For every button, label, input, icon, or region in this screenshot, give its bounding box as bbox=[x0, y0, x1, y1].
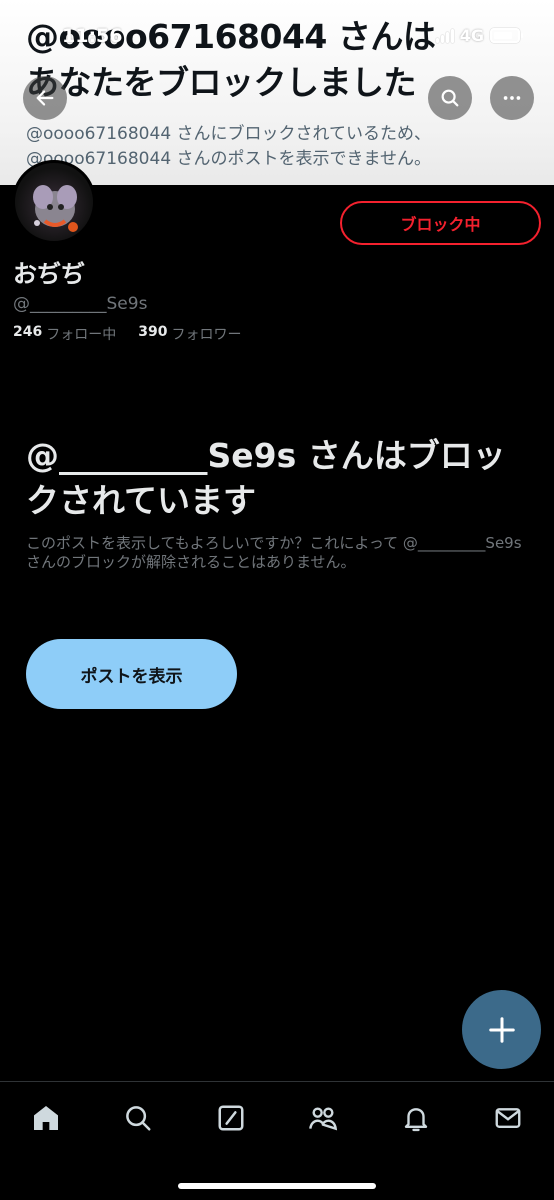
battery-icon bbox=[490, 27, 523, 43]
communities-icon bbox=[309, 1107, 338, 1131]
tab-search[interactable] bbox=[118, 1098, 158, 1138]
messages-icon bbox=[495, 1108, 521, 1128]
status-indicators: 4G bbox=[435, 24, 523, 46]
display-name: おぢぢ bbox=[13, 260, 85, 288]
blocked-banner-subtitle: @oooo67168044 さんにブロックされているため、 @oooo67168… bbox=[26, 124, 432, 169]
network-type: 4G bbox=[459, 25, 484, 45]
more-button[interactable] bbox=[490, 76, 534, 120]
home-icon bbox=[34, 1106, 58, 1130]
notifications-icon bbox=[404, 1108, 428, 1132]
home-indicator bbox=[178, 1183, 376, 1189]
following-label[interactable]: フォロー中 bbox=[46, 324, 116, 344]
followers-count[interactable]: 390 bbox=[138, 324, 167, 344]
blocked-notice-title: @_________Se9s さんはブロックされています bbox=[26, 436, 506, 520]
followers-label[interactable]: フォロワー bbox=[171, 324, 241, 344]
more-icon bbox=[503, 96, 521, 100]
avatar[interactable] bbox=[12, 160, 96, 244]
grok-icon bbox=[218, 1105, 244, 1131]
user-handle: @_________Se9s bbox=[13, 294, 148, 314]
blocking-button[interactable]: ブロック中 bbox=[340, 201, 541, 245]
following-count[interactable]: 246 bbox=[13, 324, 42, 344]
arrow-left-icon bbox=[36, 90, 54, 106]
back-button[interactable] bbox=[23, 76, 67, 120]
tab-communities[interactable] bbox=[303, 1098, 343, 1138]
search-icon bbox=[126, 1106, 151, 1131]
tab-home[interactable] bbox=[26, 1098, 66, 1138]
plus-icon bbox=[488, 1016, 515, 1043]
compose-button[interactable] bbox=[462, 990, 541, 1069]
follow-stats: 246 フォロー中 390 フォロワー bbox=[13, 324, 241, 344]
search-button[interactable] bbox=[428, 76, 472, 120]
blocked-notice-body: このポストを表示してもよろしいですか？これによって @_________Se9s… bbox=[26, 534, 522, 571]
tab-notifications[interactable] bbox=[396, 1098, 436, 1138]
avatar-image bbox=[33, 185, 78, 232]
tab-grok[interactable] bbox=[211, 1098, 251, 1138]
signal-icon bbox=[435, 27, 454, 43]
search-icon bbox=[441, 89, 459, 107]
tab-messages[interactable] bbox=[488, 1098, 528, 1138]
view-posts-button[interactable]: ポストを表示 bbox=[26, 639, 237, 709]
status-time: 11:56 bbox=[62, 25, 123, 47]
